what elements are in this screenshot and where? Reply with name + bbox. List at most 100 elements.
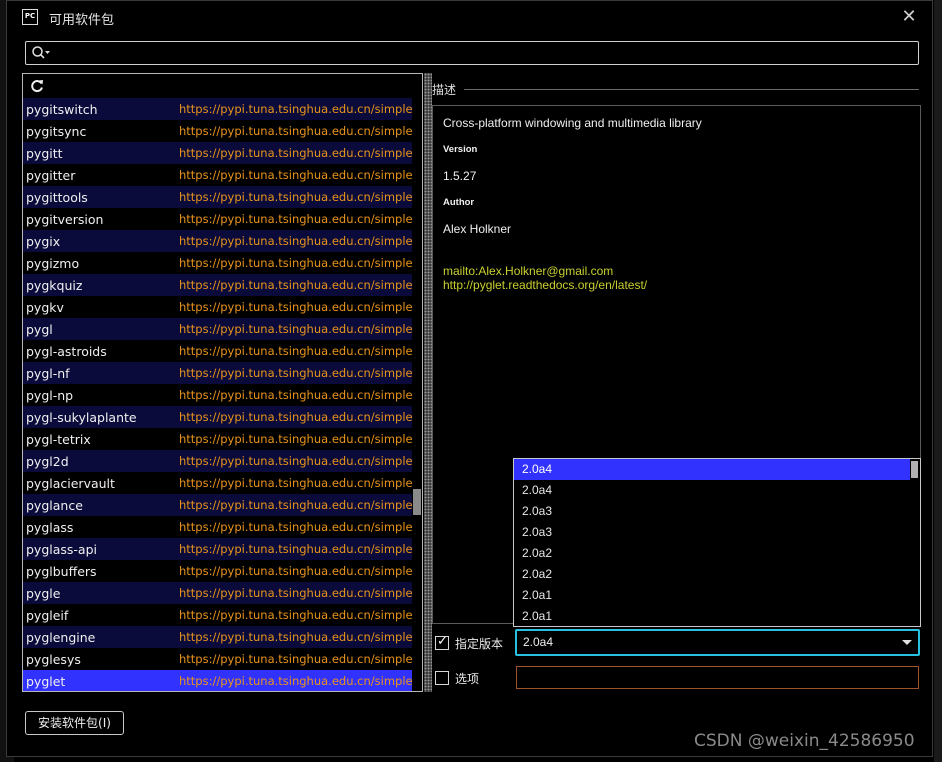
package-repository-url: https://pypi.tuna.tsinghua.edu.cn/simple… — [179, 344, 417, 358]
version-option[interactable]: 2.0a4 — [514, 480, 920, 501]
package-repository-url: https://pypi.tuna.tsinghua.edu.cn/simple… — [179, 586, 417, 600]
package-repository-url: https://pypi.tuna.tsinghua.edu.cn/simple… — [179, 322, 417, 336]
package-repository-url: https://pypi.tuna.tsinghua.edu.cn/simple… — [179, 476, 417, 490]
check-mark-icon: ✓ — [437, 634, 448, 649]
package-row[interactable]: pygitter https://pypi.tuna.tsinghua.edu.c… — [23, 164, 421, 186]
package-row[interactable]: pygl-astroids https://pypi.tuna.tsinghua.… — [23, 340, 421, 362]
package-name: pygitswitch — [26, 101, 98, 117]
version-option[interactable]: 2.0a2 — [514, 564, 920, 585]
package-row[interactable]: pygle https://pypi.tuna.tsinghua.edu.cn/s… — [23, 582, 421, 604]
package-row[interactable]: pyglance https://pypi.tuna.tsinghua.edu.c… — [23, 494, 421, 516]
package-row[interactable]: pygitt https://pypi.tuna.tsinghua.edu.cn/… — [23, 142, 421, 164]
package-row[interactable]: pygl-np https://pypi.tuna.tsinghua.edu.cn… — [23, 384, 421, 406]
package-row[interactable]: pygleif https://pypi.tuna.tsinghua.edu.cn… — [23, 604, 421, 626]
version-option[interactable]: 2.0a1 — [514, 606, 920, 626]
package-row[interactable]: pyglass-api https://pypi.tuna.tsinghua.ed… — [23, 538, 421, 560]
version-option[interactable]: 2.0a4 — [514, 459, 910, 480]
package-repository-url: https://pypi.tuna.tsinghua.edu.cn/simple… — [179, 388, 417, 402]
package-repository-url: https://pypi.tuna.tsinghua.edu.cn/simple… — [179, 366, 417, 380]
homepage-link[interactable]: http://pyglet.readthedocs.org/en/latest/ — [443, 278, 647, 292]
options-input[interactable] — [516, 666, 919, 689]
package-row[interactable]: pyglbuffers https://pypi.tuna.tsinghua.ed… — [23, 560, 421, 582]
available-packages-dialog: PC 可用软件包 ✕ pygitswitch https://pypi.tuna.… — [6, 0, 933, 757]
version-select-value: 2.0a4 — [523, 635, 554, 649]
package-name: pyglesys — [26, 651, 81, 667]
package-name: pygizmo — [26, 255, 80, 271]
search-input[interactable] — [54, 44, 914, 62]
author-value: Alex Holkner — [443, 222, 512, 236]
package-repository-url: https://pypi.tuna.tsinghua.edu.cn/simple… — [179, 168, 417, 182]
package-name: pygl2d — [26, 453, 69, 469]
package-name: pyglance — [26, 497, 83, 513]
version-option[interactable]: 2.0a1 — [514, 585, 920, 606]
package-repository-url: https://pypi.tuna.tsinghua.edu.cn/simple… — [179, 564, 417, 578]
author-heading: Author — [443, 197, 475, 208]
package-row[interactable]: pygitsync https://pypi.tuna.tsinghua.edu.… — [23, 120, 421, 142]
package-name: pygl-nf — [26, 365, 70, 381]
chevron-down-icon[interactable] — [902, 640, 912, 645]
version-option[interactable]: 2.0a3 — [514, 501, 920, 522]
package-row[interactable]: pyglaciervault https://pypi.tuna.tsinghua… — [23, 472, 421, 494]
search-box[interactable] — [25, 41, 919, 65]
package-repository-url: https://pypi.tuna.tsinghua.edu.cn/simple… — [179, 608, 417, 622]
package-name: pyglass-api — [26, 541, 98, 557]
package-row[interactable]: pyglesys https://pypi.tuna.tsinghua.edu.c… — [23, 648, 421, 670]
package-name: pygl-sukylaplante — [26, 409, 137, 425]
package-row[interactable]: pygix https://pypi.tuna.tsinghua.edu.cn/s… — [23, 230, 421, 252]
package-row[interactable]: pyglengine https://pypi.tuna.tsinghua.edu… — [23, 626, 421, 648]
package-repository-url: https://pypi.tuna.tsinghua.edu.cn/simple… — [179, 674, 417, 688]
install-package-button[interactable]: 安装软件包(I) — [25, 711, 124, 735]
package-list[interactable]: pygitswitch https://pypi.tuna.tsinghua.ed… — [23, 98, 421, 691]
version-dropdown-list[interactable]: 2.0a4 2.0a4 2.0a3 2.0a3 2.0a2 2.0a2 2.0a1 2.0a1 — [513, 458, 921, 627]
scrollbar-thumb[interactable] — [413, 489, 421, 515]
dropdown-scrollbar-thumb[interactable] — [911, 461, 918, 478]
package-row[interactable]: pyglass https://pypi.tuna.tsinghua.edu.cn… — [23, 516, 421, 538]
package-row[interactable]: pygkv https://pypi.tuna.tsinghua.edu.cn/s… — [23, 296, 421, 318]
package-list-scrollbar[interactable] — [412, 96, 422, 691]
title-bar[interactable]: PC 可用软件包 ✕ — [7, 1, 932, 33]
panel-splitter[interactable] — [424, 73, 432, 692]
version-option[interactable]: 2.0a3 — [514, 522, 920, 543]
options-label[interactable]: 选项 — [455, 670, 479, 687]
package-row[interactable]: pygkquiz https://pypi.tuna.tsinghua.edu.c… — [23, 274, 421, 296]
package-repository-url: https://pypi.tuna.tsinghua.edu.cn/simple… — [179, 432, 417, 446]
package-row[interactable]: pygl-nf https://pypi.tuna.tsinghua.edu.cn… — [23, 362, 421, 384]
package-row[interactable]: pygl2d https://pypi.tuna.tsinghua.edu.cn/… — [23, 450, 421, 472]
package-row[interactable]: pygitversion https://pypi.tuna.tsinghua.e… — [23, 208, 421, 230]
author-email-link[interactable]: mailto:Alex.Holkner@gmail.com — [443, 264, 613, 278]
refresh-icon[interactable] — [29, 78, 45, 94]
search-icon[interactable] — [31, 45, 51, 61]
package-row[interactable]: pyglet https://pypi.tuna.tsinghua.edu.cn/… — [23, 670, 421, 691]
description-separator — [464, 89, 919, 90]
options-checkbox[interactable] — [435, 671, 449, 685]
package-row[interactable]: pygl https://pypi.tuna.tsinghua.edu.cn/si… — [23, 318, 421, 340]
package-summary: Cross-platform windowing and multimedia … — [443, 116, 702, 130]
package-name: pygitter — [26, 167, 76, 183]
package-row[interactable]: pygizmo https://pypi.tuna.tsinghua.edu.cn… — [23, 252, 421, 274]
package-name: pygitt — [26, 145, 63, 161]
package-repository-url: https://pypi.tuna.tsinghua.edu.cn/simple… — [179, 300, 417, 314]
package-repository-url: https://pypi.tuna.tsinghua.edu.cn/simple… — [179, 190, 417, 204]
package-repository-url: https://pypi.tuna.tsinghua.edu.cn/simple… — [179, 410, 417, 424]
package-repository-url: https://pypi.tuna.tsinghua.edu.cn/simple… — [179, 652, 417, 666]
package-name: pygkv — [26, 299, 64, 315]
specify-version-label[interactable]: 指定版本 — [455, 635, 503, 652]
package-row[interactable]: pygitswitch https://pypi.tuna.tsinghua.ed… — [23, 98, 421, 120]
package-row[interactable]: pygittools https://pypi.tuna.tsinghua.edu… — [23, 186, 421, 208]
close-button[interactable]: ✕ — [898, 6, 920, 28]
package-repository-url: https://pypi.tuna.tsinghua.edu.cn/simple… — [179, 212, 417, 226]
package-repository-url: https://pypi.tuna.tsinghua.edu.cn/simple… — [179, 146, 417, 160]
package-row[interactable]: pygl-sukylaplante https://pypi.tuna.tsing… — [23, 406, 421, 428]
package-name: pygleif — [26, 607, 69, 623]
package-name: pygix — [26, 233, 61, 249]
version-option[interactable]: 2.0a2 — [514, 543, 920, 564]
specify-version-row[interactable]: ✓ 指定版本 — [435, 634, 515, 653]
package-repository-url: https://pypi.tuna.tsinghua.edu.cn/simple… — [179, 498, 417, 512]
package-name: pygle — [26, 585, 61, 601]
specify-version-checkbox[interactable]: ✓ — [435, 634, 449, 650]
options-row[interactable]: 选项 — [435, 670, 515, 688]
package-repository-url: https://pypi.tuna.tsinghua.edu.cn/simple… — [179, 454, 417, 468]
version-select[interactable]: 2.0a4 — [515, 629, 920, 656]
package-name: pygl-astroids — [26, 343, 107, 359]
package-row[interactable]: pygl-tetrix https://pypi.tuna.tsinghua.ed… — [23, 428, 421, 450]
